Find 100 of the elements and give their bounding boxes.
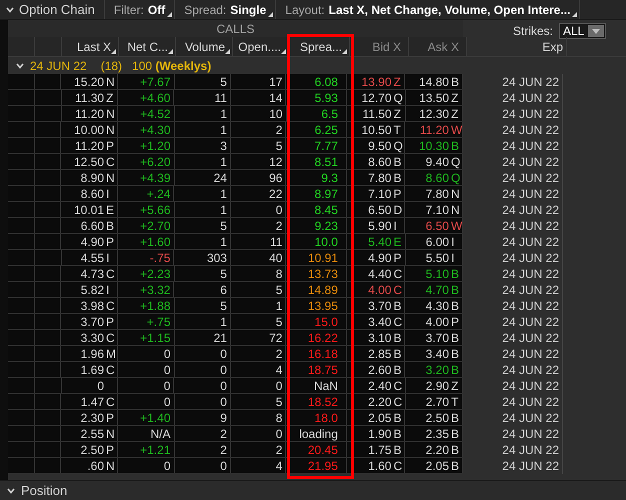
table-cell: 24 JUN 22 bbox=[463, 442, 563, 458]
table-cell: C bbox=[392, 282, 406, 297]
table-cell: 0 bbox=[118, 362, 174, 377]
table-cell: 10.91 bbox=[286, 250, 347, 265]
table-cell: C bbox=[392, 314, 406, 329]
table-cell-text: 11.30 bbox=[74, 90, 106, 105]
table-cell-text: 2.90 bbox=[424, 378, 450, 393]
table-cell: +1.15 bbox=[118, 330, 174, 345]
column-header[interactable]: Last X bbox=[62, 37, 119, 56]
table-cell: B bbox=[450, 330, 463, 345]
column-header[interactable]: Net C... bbox=[119, 37, 176, 56]
table-cell: 6.25 bbox=[286, 122, 347, 137]
table-cell: 5.93 bbox=[286, 90, 347, 105]
option-chain-toggle[interactable]: Option Chain bbox=[0, 0, 105, 19]
table-cell: 24 JUN 22 bbox=[463, 298, 563, 314]
column-header[interactable]: Sprea... bbox=[289, 37, 350, 56]
table-cell: 1 bbox=[174, 106, 232, 121]
table-cell-text: 2.70 bbox=[424, 394, 450, 409]
chevron-icon[interactable] bbox=[6, 6, 14, 12]
dropdown-caret-icon bbox=[588, 24, 604, 36]
table-cell: 5 bbox=[174, 298, 231, 313]
table-cell-text: 2.30 bbox=[80, 410, 106, 425]
table-cell: 0 bbox=[230, 426, 286, 441]
table-cell: 6.5 bbox=[286, 106, 348, 121]
sort-corner-icon bbox=[167, 12, 172, 17]
table-cell: 8.51 bbox=[286, 154, 347, 169]
table-cell: 1 bbox=[174, 202, 231, 217]
table-cell-text: 3.70 bbox=[367, 298, 392, 313]
column-header[interactable]: Ask X bbox=[409, 37, 467, 56]
table-cell-text: 8.60 bbox=[424, 170, 450, 185]
table-cell: loading bbox=[286, 426, 347, 441]
table-cell-text: 5.90 bbox=[367, 218, 392, 233]
collapse-chevron-icon[interactable] bbox=[16, 62, 24, 68]
table-cell-text: 2.20 bbox=[424, 442, 450, 457]
table-cell: 0 bbox=[174, 362, 231, 377]
table-cell: Q bbox=[450, 170, 463, 185]
column-header[interactable]: Open.... bbox=[233, 37, 289, 56]
table-cell: B bbox=[392, 362, 406, 377]
filter-menu[interactable]: Filter: Off bbox=[104, 0, 176, 19]
table-cell: 0 bbox=[118, 346, 174, 361]
table-cell: 5 bbox=[230, 314, 286, 329]
table-cell: 5 bbox=[174, 266, 231, 281]
table-cell: B bbox=[450, 410, 463, 425]
table-cell-text: 12.50 bbox=[73, 154, 106, 169]
strikes-dropdown[interactable]: ALL bbox=[559, 22, 606, 38]
table-cell: P bbox=[105, 442, 118, 457]
table-cell: 1 bbox=[174, 122, 231, 137]
table-cell: +.75 bbox=[118, 314, 174, 329]
table-cell-text: 11.20 bbox=[418, 122, 450, 137]
table-cell: N bbox=[105, 458, 118, 473]
table-cell-text: 11.50 bbox=[361, 106, 393, 121]
table-cell: +4.30 bbox=[118, 122, 175, 137]
footer-chevron-icon[interactable] bbox=[7, 488, 15, 494]
table-cell-text: 3.40 bbox=[367, 314, 392, 329]
table-cell: Q bbox=[392, 90, 406, 105]
table-cell: +1.60 bbox=[118, 234, 175, 249]
table-cell: B bbox=[392, 410, 406, 425]
table-cell: P bbox=[450, 314, 463, 329]
table-cell: 0 bbox=[230, 378, 286, 393]
table-cell-text: 12.70 bbox=[360, 90, 393, 105]
table-cell: N bbox=[105, 74, 118, 89]
table-cell: P bbox=[105, 314, 118, 329]
table-cell-text: 4.70 bbox=[424, 282, 450, 297]
table-cell: I bbox=[392, 218, 406, 233]
table-cell: -.75 bbox=[118, 250, 174, 265]
sort-corner-icon bbox=[572, 12, 578, 17]
table-cell: +4.52 bbox=[118, 106, 175, 121]
table-cell: B bbox=[392, 426, 406, 441]
table-cell: 18.52 bbox=[286, 394, 347, 409]
table-cell-text: 6.00 bbox=[424, 234, 450, 249]
table-cell: 0 bbox=[230, 202, 286, 217]
table-cell-text: .60 bbox=[86, 458, 106, 473]
table-cell: +2.23 bbox=[118, 266, 174, 281]
table-cell-text: 14.80 bbox=[418, 74, 450, 89]
table-cell: B bbox=[392, 170, 406, 185]
group-row[interactable]: 24 JUN 22 (18) 100 (Weeklys) bbox=[8, 56, 626, 74]
table-cell-text: 5.82 bbox=[80, 282, 106, 297]
table-cell: 0 bbox=[174, 346, 231, 361]
table-cell-text: 2.50 bbox=[424, 410, 450, 425]
spread-menu[interactable]: Spread: Single bbox=[175, 0, 276, 19]
table-cell-text: 2.55 bbox=[80, 426, 106, 441]
table-cell-text: 13.50 bbox=[418, 90, 450, 105]
table-cell: B bbox=[450, 138, 463, 153]
layout-menu[interactable]: Layout: Last X, Net Change, Volume, Open Intere... bbox=[276, 0, 580, 19]
table-cell-text: 10.30 bbox=[418, 138, 450, 153]
table-cell: 7.77 bbox=[286, 138, 347, 153]
column-header[interactable]: Bid X bbox=[350, 37, 409, 56]
table-cell-text: 10.50 bbox=[360, 122, 392, 137]
table-cell-text: 6.60 bbox=[80, 218, 106, 233]
column-header[interactable]: Volume bbox=[176, 37, 233, 56]
table-cell: C bbox=[105, 330, 118, 345]
table-cell: B bbox=[450, 266, 463, 281]
table-cell-text: 10.01 bbox=[73, 202, 106, 217]
table-cell: 24 JUN 22 bbox=[463, 218, 563, 234]
table-cell: B bbox=[450, 282, 463, 297]
table-cell: 6 bbox=[174, 282, 231, 297]
position-label: Position bbox=[21, 482, 68, 500]
table-cell: Z bbox=[450, 106, 464, 121]
table-cell: 5 bbox=[174, 74, 231, 89]
table-cell: 4 bbox=[230, 362, 286, 377]
